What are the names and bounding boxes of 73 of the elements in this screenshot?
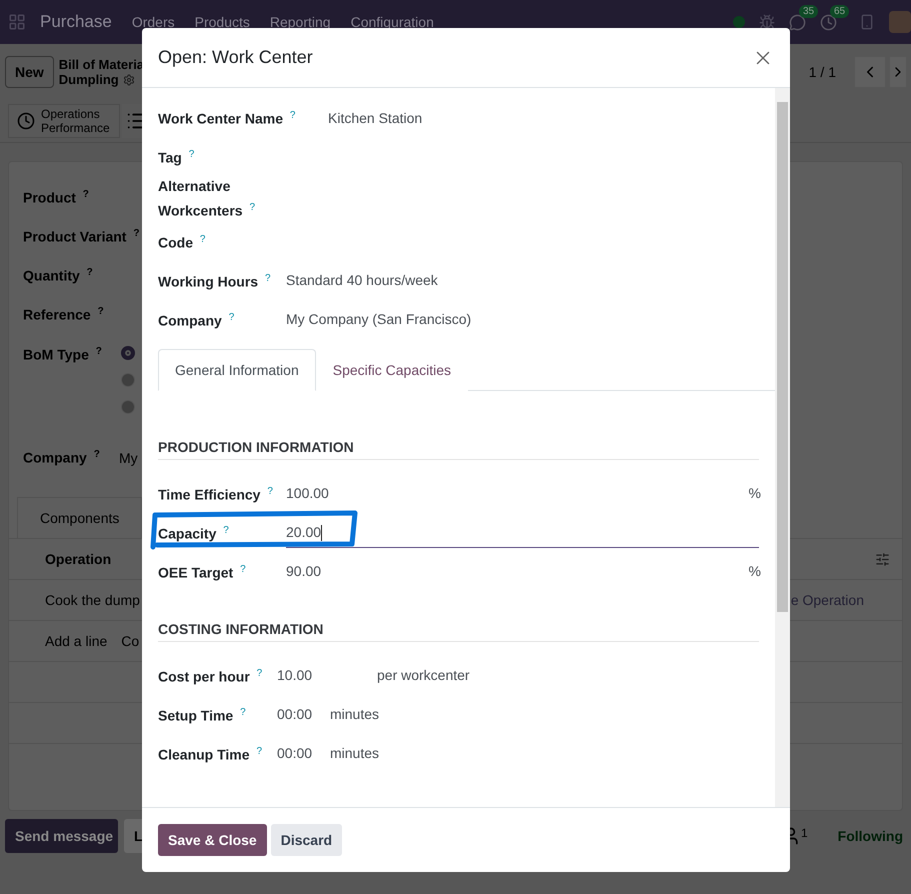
add-line-link[interactable]: Add a line: [45, 633, 108, 649]
phone-icon[interactable]: [859, 14, 875, 30]
field-label: Reference $^{?}$: [23, 306, 104, 323]
field-value[interactable]: My Company (San Francisco): [286, 311, 472, 328]
field-label: Tag $^{?}$: [158, 148, 196, 168]
pager: 1 / 1: [808, 64, 836, 80]
unit-label: per workcenter: [377, 667, 470, 684]
field-label: Product $^{?}$: [23, 189, 89, 206]
table-cell: e Operation: [790, 592, 864, 608]
section-title: COSTING INFORMATION: [158, 620, 759, 642]
field-value[interactable]: 100.00: [286, 485, 329, 502]
radio-button[interactable]: [121, 373, 135, 387]
add-line-link[interactable]: Co: [121, 633, 140, 649]
count-badge: 65: [830, 4, 850, 18]
field-label: Cleanup Time $^{?}$: [158, 744, 263, 764]
menu-item[interactable]: Orders: [132, 14, 175, 30]
field-value[interactable]: 90.00: [286, 563, 322, 580]
field-value[interactable]: 00:00: [277, 745, 330, 762]
table-cell: Cook the dump: [45, 592, 140, 608]
menu-item[interactable]: Configuration: [350, 14, 434, 30]
field-value[interactable]: Standard 40 hours/week: [286, 272, 438, 288]
radio-button[interactable]: [121, 346, 135, 360]
field-value[interactable]: 20.00: [286, 524, 322, 541]
menu-item[interactable]: Reporting: [270, 14, 331, 30]
smart-button[interactable]: Operations Performance: [8, 104, 120, 138]
bug-icon[interactable]: [759, 14, 775, 30]
next-button[interactable]: [890, 57, 906, 87]
chatter-button[interactable]: Send message: [5, 819, 118, 853]
save-button[interactable]: Save & Close: [158, 824, 267, 856]
tab[interactable]: General Information: [158, 348, 316, 391]
field-value[interactable]: Kitchen Station: [328, 110, 422, 126]
column-settings-icon[interactable]: [875, 552, 890, 566]
scrollbar[interactable]: [775, 88, 790, 807]
menu-item[interactable]: Products: [194, 14, 250, 30]
field-label: Work Center Name $^{?}$: [158, 109, 296, 129]
clock-icon[interactable]: [820, 14, 837, 30]
column-header: Operation: [45, 551, 112, 567]
field-label: Company $^{?}$: [158, 310, 236, 330]
unit-label: %: [748, 563, 761, 580]
unit-label: minutes: [330, 745, 380, 762]
field-label: OEE Target $^{?}$: [158, 562, 247, 582]
chat-icon[interactable]: [789, 14, 806, 30]
field-label: Alternative Workcenters $^{?}$: [158, 177, 256, 221]
breadcrumb-link[interactable]: Bill of Materia: [58, 57, 144, 72]
field-value[interactable]: 00:00: [277, 706, 330, 722]
avatar[interactable]: [889, 11, 911, 33]
apps-menu-icon[interactable]: [8, 13, 26, 31]
field-label: BoM Type $^{?}$: [23, 346, 103, 365]
field-label: Capacity $^{?}$: [158, 524, 230, 544]
field-label: Quantity $^{?}$: [23, 267, 93, 284]
field-label: Working Hours $^{?}$: [158, 272, 272, 292]
radio-button[interactable]: [121, 400, 135, 414]
record-name: Dumpling: [58, 72, 119, 87]
previous-button[interactable]: [855, 57, 885, 87]
dialog-title: Open: Work Center: [158, 47, 313, 68]
field-label: Code $^{?}$: [158, 232, 206, 252]
discard-button[interactable]: Discard: [270, 824, 342, 856]
count-badge: 35: [799, 4, 818, 18]
field-value: My: [119, 450, 138, 466]
field-label: Cost per hour $^{?}$: [158, 666, 264, 686]
field-label: Product Variant $^{?}$: [23, 228, 140, 245]
clock-icon: [17, 112, 35, 130]
field-label: Time Efficiency $^{?}$: [158, 484, 274, 504]
gear-icon[interactable]: [122, 74, 135, 86]
status-dot: [733, 16, 745, 28]
unit-label: minutes: [330, 706, 380, 722]
new-button[interactable]: New: [5, 56, 54, 88]
unit-label: %: [748, 485, 761, 502]
field-label: Setup Time $^{?}$: [158, 706, 247, 726]
section-title: PRODUCTION INFORMATION: [158, 438, 759, 460]
field-value[interactable]: 10.00: [277, 667, 377, 684]
app-name[interactable]: Purchase: [40, 12, 112, 32]
field-label: Company $^{?}$: [23, 449, 101, 466]
